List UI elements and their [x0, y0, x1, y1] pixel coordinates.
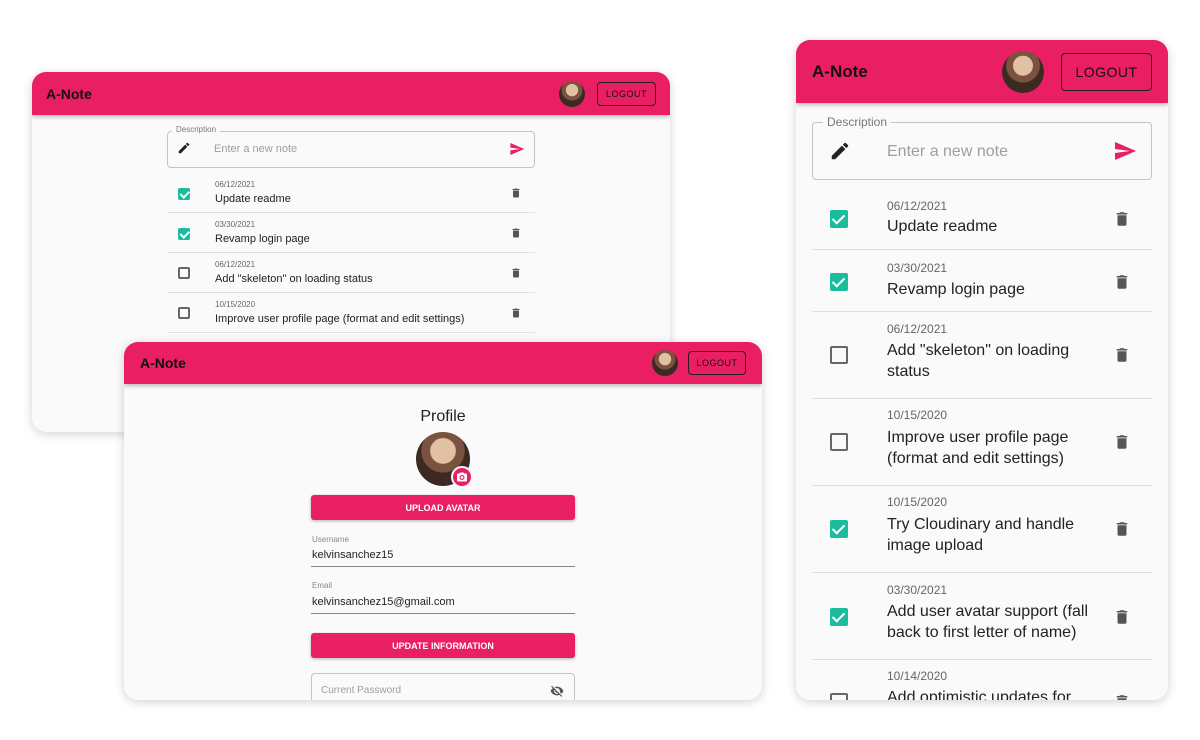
- note-date: 10/14/2020: [887, 669, 948, 683]
- note-date: 06/12/2021: [215, 260, 256, 269]
- app-bar: A-Note LOGOUT: [124, 342, 762, 384]
- username-underline: [311, 566, 575, 567]
- note-date: 06/12/2021: [887, 322, 948, 336]
- note-text: Update readme: [215, 193, 291, 205]
- note-checkbox[interactable]: [830, 608, 848, 626]
- note-checkbox[interactable]: [830, 346, 848, 364]
- logout-button[interactable]: LOGOUT: [688, 351, 746, 375]
- app-title: A-Note: [46, 85, 92, 102]
- email-field[interactable]: kelvinsanchez15@gmail.com: [312, 596, 455, 608]
- trash-icon[interactable]: [1113, 518, 1131, 540]
- user-avatar[interactable]: [652, 350, 678, 376]
- row-divider: [167, 332, 535, 333]
- profile-heading: Profile: [420, 408, 466, 425]
- note-date: 10/15/2020: [887, 408, 948, 422]
- note-input-label: Description: [823, 115, 892, 129]
- note-text: Add user avatar support (fall back to fi…: [887, 603, 1088, 641]
- notes-window-mobile: A-Note LOGOUT Description Enter a new no…: [796, 40, 1168, 700]
- note-checkbox[interactable]: [830, 693, 848, 700]
- note-text: Improve user profile page (format and ed…: [215, 313, 465, 325]
- note-checkbox[interactable]: [830, 273, 848, 291]
- note-input-label: Description: [172, 125, 221, 134]
- trash-icon[interactable]: [1113, 691, 1131, 700]
- row-divider: [167, 212, 535, 213]
- note-checkbox[interactable]: [178, 267, 190, 279]
- row-divider: [812, 572, 1152, 573]
- username-label: Username: [312, 535, 349, 544]
- note-text: Revamp login page: [887, 281, 1025, 298]
- note-checkbox[interactable]: [830, 520, 848, 538]
- email-label: Email: [312, 581, 333, 590]
- trash-icon[interactable]: [1113, 271, 1131, 293]
- note-date: 06/12/2021: [887, 199, 948, 213]
- password-placeholder: Current Password: [321, 685, 402, 696]
- note-date: 03/30/2021: [215, 220, 256, 229]
- trash-icon[interactable]: [510, 266, 522, 280]
- update-information-button[interactable]: UPDATE INFORMATION: [311, 633, 575, 658]
- note-text: Add optimistic updates for: [887, 689, 1072, 700]
- row-divider: [167, 292, 535, 293]
- upload-avatar-button[interactable]: UPLOAD AVATAR: [311, 495, 575, 520]
- note-date: 06/12/2021: [215, 180, 256, 189]
- note-checkbox[interactable]: [830, 433, 848, 451]
- note-date: 10/15/2020: [215, 300, 256, 309]
- trash-icon[interactable]: [1113, 431, 1131, 453]
- note-date: 03/30/2021: [887, 583, 948, 597]
- app-title: A-Note: [812, 61, 868, 81]
- user-avatar[interactable]: [1002, 50, 1044, 93]
- trash-icon[interactable]: [510, 186, 522, 200]
- trash-icon[interactable]: [1113, 208, 1131, 230]
- trash-icon[interactable]: [510, 226, 522, 240]
- send-icon[interactable]: [1113, 139, 1137, 163]
- note-input-placeholder: Enter a new note: [887, 143, 1008, 160]
- note-checkbox[interactable]: [178, 228, 190, 240]
- row-divider: [812, 311, 1152, 312]
- note-date: 03/30/2021: [887, 261, 948, 275]
- note-text: Try Cloudinary and handle image upload: [887, 516, 1075, 554]
- row-divider: [167, 252, 535, 253]
- row-divider: [812, 249, 1152, 250]
- trash-icon[interactable]: [510, 306, 522, 320]
- trash-icon[interactable]: [1113, 344, 1131, 366]
- row-divider: [812, 398, 1152, 399]
- note-text: Improve user profile page (format and ed…: [887, 429, 1069, 467]
- row-divider: [812, 659, 1152, 660]
- note-text: Add "skeleton" on loading status: [215, 273, 373, 285]
- profile-window: A-Note LOGOUT Profile UPLOAD AVATAR User…: [124, 342, 762, 700]
- note-date: 10/15/2020: [887, 495, 948, 509]
- app-title: A-Note: [140, 355, 186, 371]
- logout-button[interactable]: LOGOUT: [597, 81, 656, 106]
- email-underline: [311, 613, 575, 614]
- note-checkbox[interactable]: [830, 210, 848, 228]
- camera-icon[interactable]: [451, 466, 473, 488]
- user-avatar[interactable]: [559, 80, 585, 107]
- note-text: Update readme: [887, 218, 998, 235]
- trash-icon[interactable]: [1113, 606, 1131, 628]
- pencil-icon: [831, 142, 849, 160]
- username-field[interactable]: kelvinsanchez15: [312, 549, 393, 561]
- app-bar: A-Note LOGOUT: [32, 72, 670, 115]
- send-icon[interactable]: [509, 141, 525, 157]
- note-text: Add "skeleton" on loading status: [887, 342, 1070, 380]
- pencil-icon: [178, 142, 190, 154]
- note-checkbox[interactable]: [178, 307, 190, 319]
- note-checkbox[interactable]: [178, 188, 190, 200]
- logout-button[interactable]: LOGOUT: [1061, 52, 1152, 91]
- row-divider: [812, 485, 1152, 486]
- visibility-off-icon[interactable]: [550, 684, 564, 698]
- note-input-placeholder: Enter a new note: [214, 143, 298, 155]
- note-text: Revamp login page: [215, 233, 310, 245]
- app-bar: A-Note LOGOUT: [796, 40, 1168, 103]
